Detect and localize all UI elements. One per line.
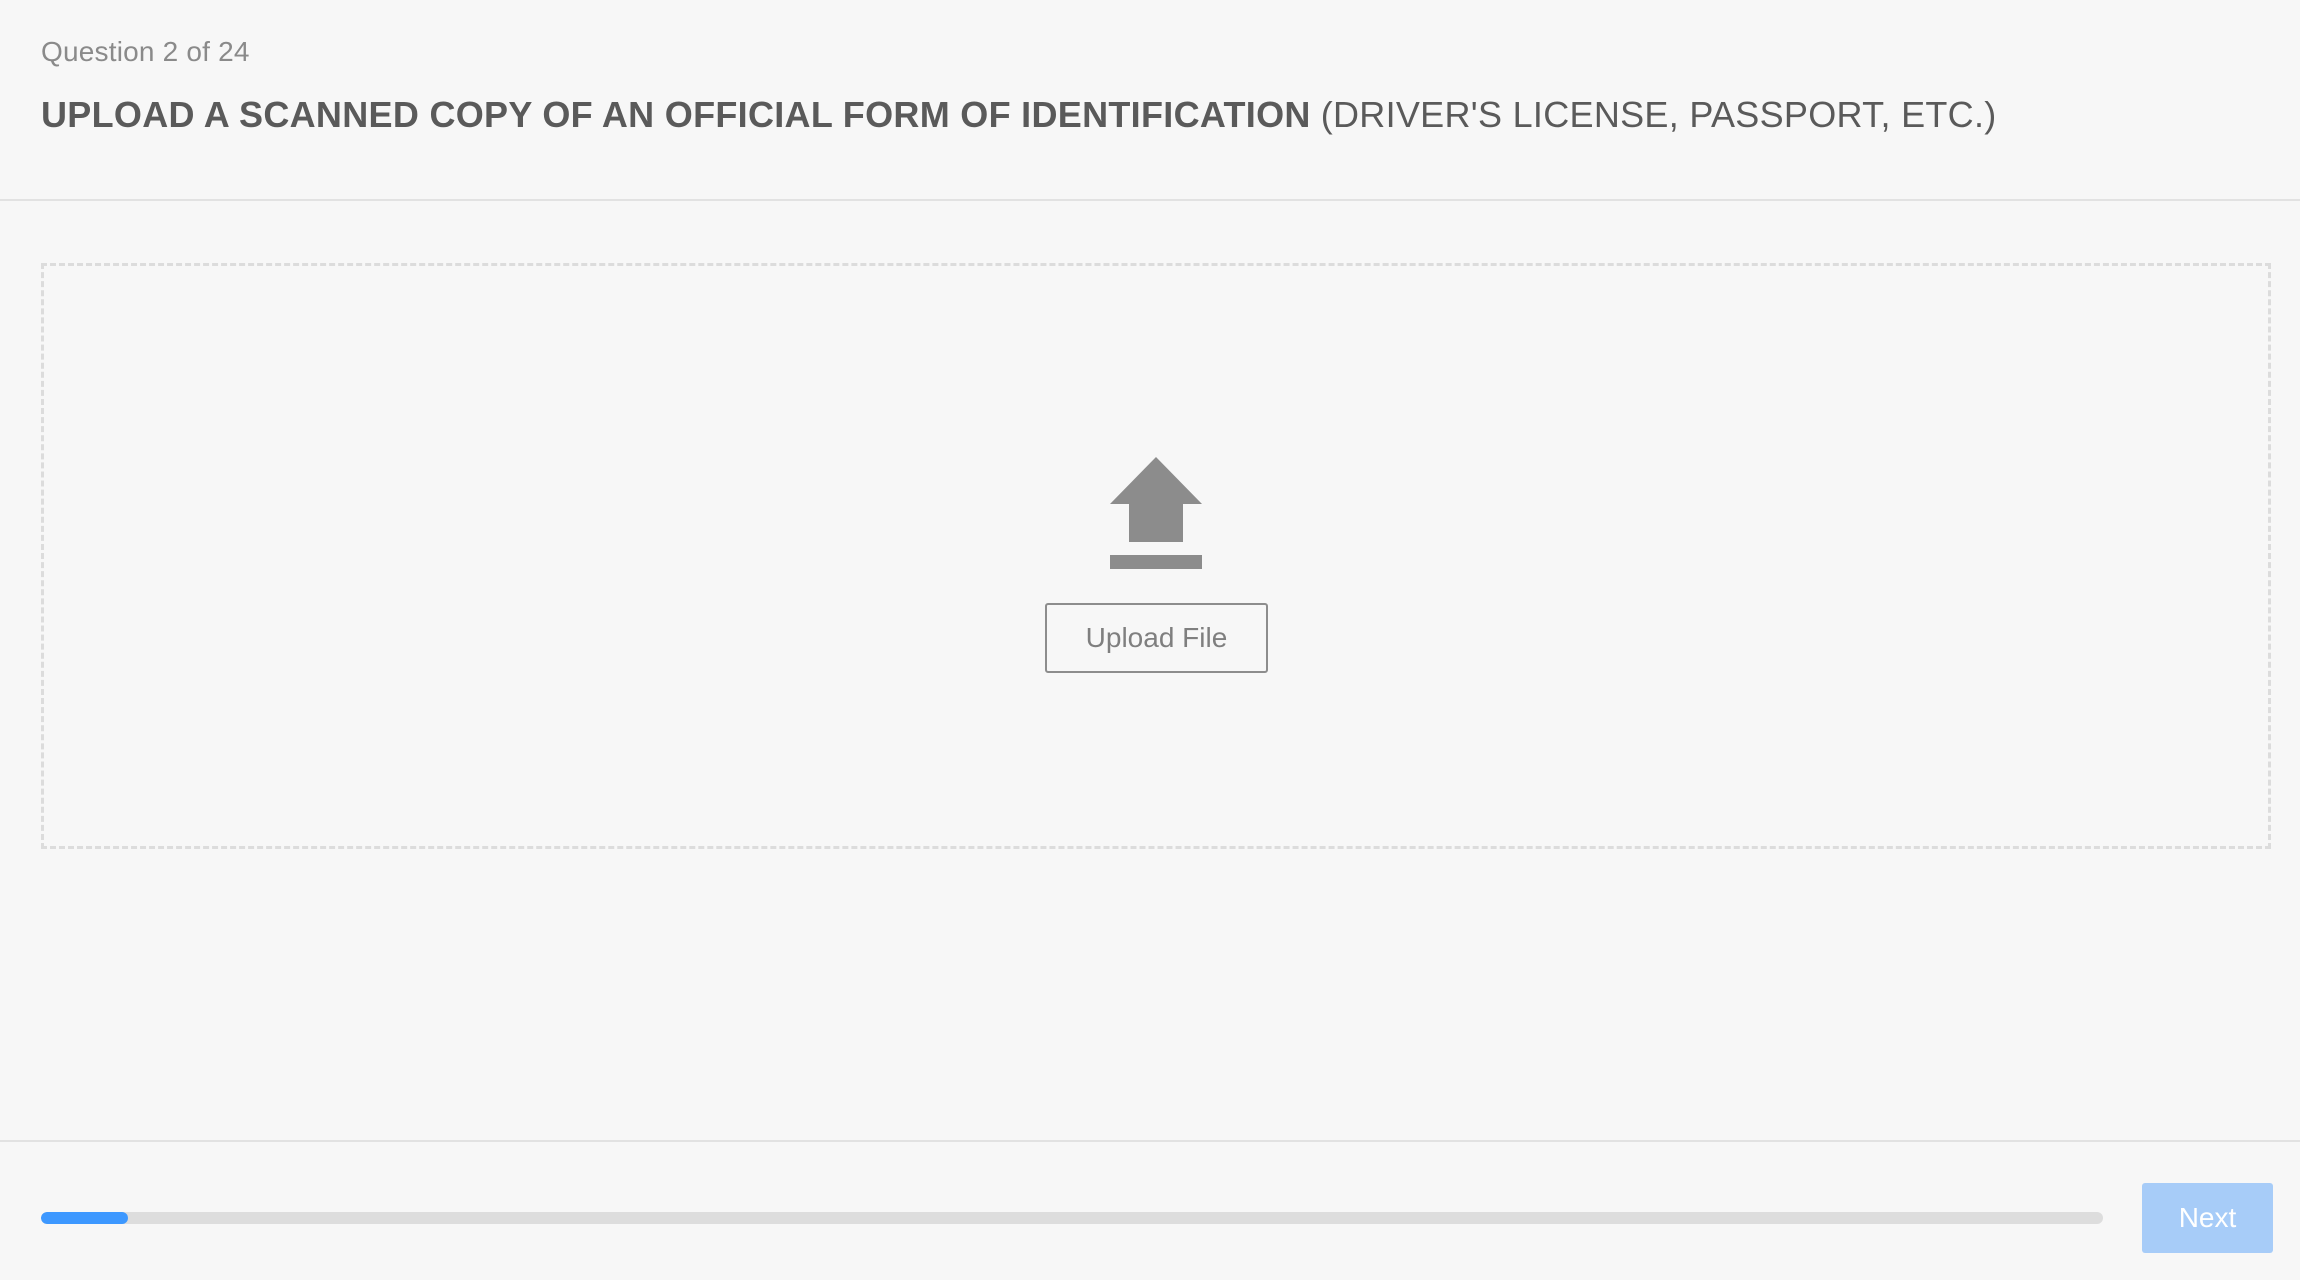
question-title-main: UPLOAD A SCANNED COPY OF AN OFFICIAL FOR… — [41, 94, 1311, 135]
progress-fill — [41, 1212, 128, 1224]
footer — [0, 1140, 2300, 1280]
upload-file-button[interactable]: Upload File — [1045, 603, 1268, 673]
question-title-hint: (DRIVER'S LICENSE, PASSPORT, ETC.) — [1320, 94, 1997, 135]
upload-arrow-icon — [1110, 457, 1202, 569]
progress-bar — [41, 1212, 2103, 1224]
question-counter: Question 2 of 24 — [41, 36, 250, 67]
page: Question 2 of 24 UPLOAD A SCANNED COPY O… — [0, 0, 2300, 1280]
next-button[interactable]: Next — [2142, 1183, 2273, 1253]
question-title: UPLOAD A SCANNED COPY OF AN OFFICIAL FOR… — [41, 94, 1997, 136]
question-header: Question 2 of 24 UPLOAD A SCANNED COPY O… — [0, 0, 2300, 201]
